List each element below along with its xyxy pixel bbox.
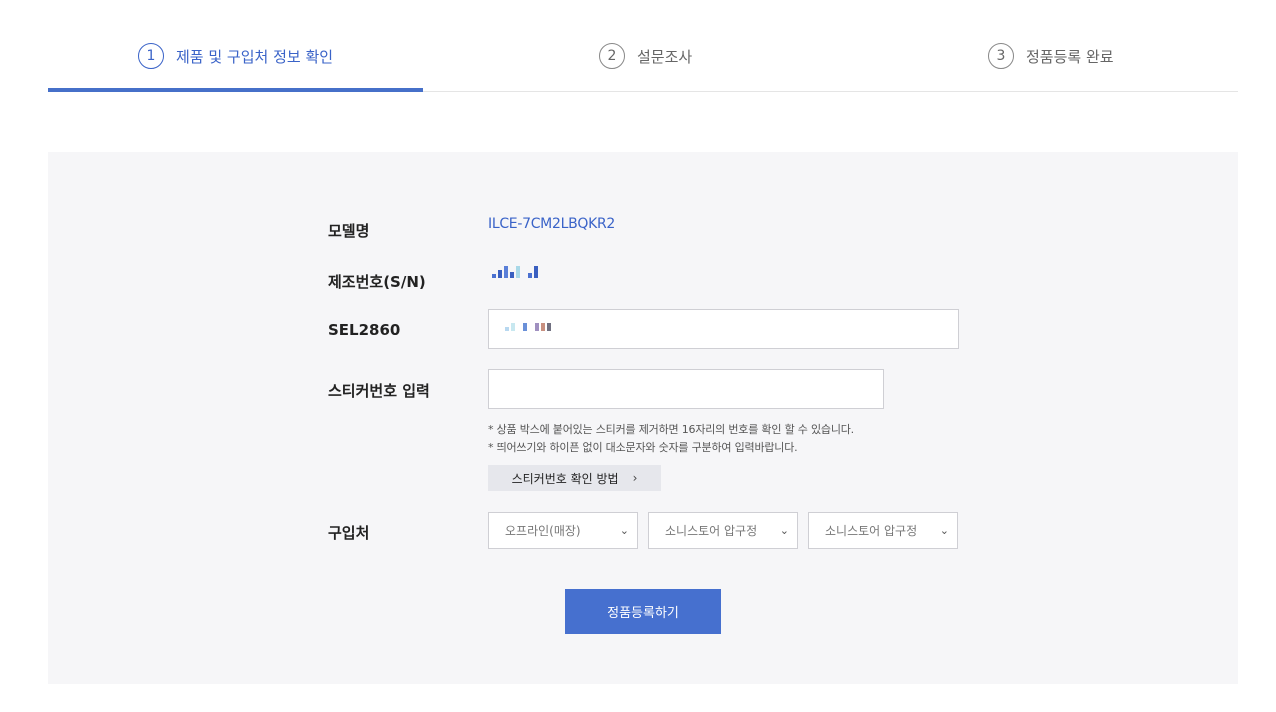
model-label: 모델명 [328, 222, 370, 240]
chevron-down-icon: ⌄ [779, 524, 789, 537]
step-2-label: 설문조사 [637, 47, 693, 66]
sticker-number-input[interactable] [488, 369, 884, 409]
purchase-label: 구입처 [328, 524, 370, 542]
register-product-button[interactable]: 정품등록하기 [565, 589, 721, 634]
purchase-store-select[interactable]: 소니스토어 압구정 ⌄ [648, 512, 798, 549]
step-3-label: 정품등록 완료 [1026, 47, 1114, 66]
chevron-right-icon: › [632, 471, 638, 485]
step-1-label: 제품 및 구입처 정보 확인 [176, 47, 334, 66]
sticker-label: 스티커번호 입력 [328, 382, 430, 400]
registration-form-panel: 모델명 ILCE-7CM2LBQKR2 제조번호(S/N) SEL2860 스티… [48, 152, 1238, 684]
model-value: ILCE-7CM2LBQKR2 [488, 216, 616, 232]
sel-serial-input[interactable] [488, 309, 959, 349]
step-1: 1 제품 및 구입처 정보 확인 [138, 42, 333, 70]
step-2-number: 2 [599, 43, 625, 69]
registration-steps: 1 제품 및 구입처 정보 확인 2 설문조사 3 정품등록 완료 [48, 0, 1238, 92]
purchase-store-value: 소니스토어 압구정 [665, 524, 758, 538]
purchase-branch-value: 소니스토어 압구정 [825, 524, 918, 538]
purchase-type-value: 오프라인(매장) [505, 524, 581, 538]
purchase-type-select[interactable]: 오프라인(매장) ⌄ [488, 512, 638, 549]
sticker-hint-1: * 상품 박스에 붙어있는 스티커를 제거하면 16자리의 번호를 확인 할 수… [488, 423, 854, 436]
sticker-howto-button[interactable]: 스티커번호 확인 방법 › [488, 465, 661, 491]
step-3: 3 정품등록 완료 [988, 42, 1114, 70]
chevron-down-icon: ⌄ [619, 524, 629, 537]
purchase-branch-select[interactable]: 소니스토어 압구정 ⌄ [808, 512, 958, 549]
sel-serial-value-redacted [505, 323, 551, 331]
step-1-number: 1 [138, 43, 164, 69]
step-3-number: 3 [988, 43, 1014, 69]
sticker-howto-label: 스티커번호 확인 방법 [511, 471, 619, 486]
serial-label: 제조번호(S/N) [328, 273, 426, 291]
sel-label: SEL2860 [328, 321, 401, 339]
step-2: 2 설문조사 [599, 42, 692, 70]
active-step-indicator [48, 88, 423, 92]
serial-value-redacted [492, 266, 538, 278]
sticker-hint-2: * 띄어쓰기와 하이픈 없이 대소문자와 숫자를 구분하여 입력바랍니다. [488, 441, 798, 454]
chevron-down-icon: ⌄ [939, 524, 949, 537]
